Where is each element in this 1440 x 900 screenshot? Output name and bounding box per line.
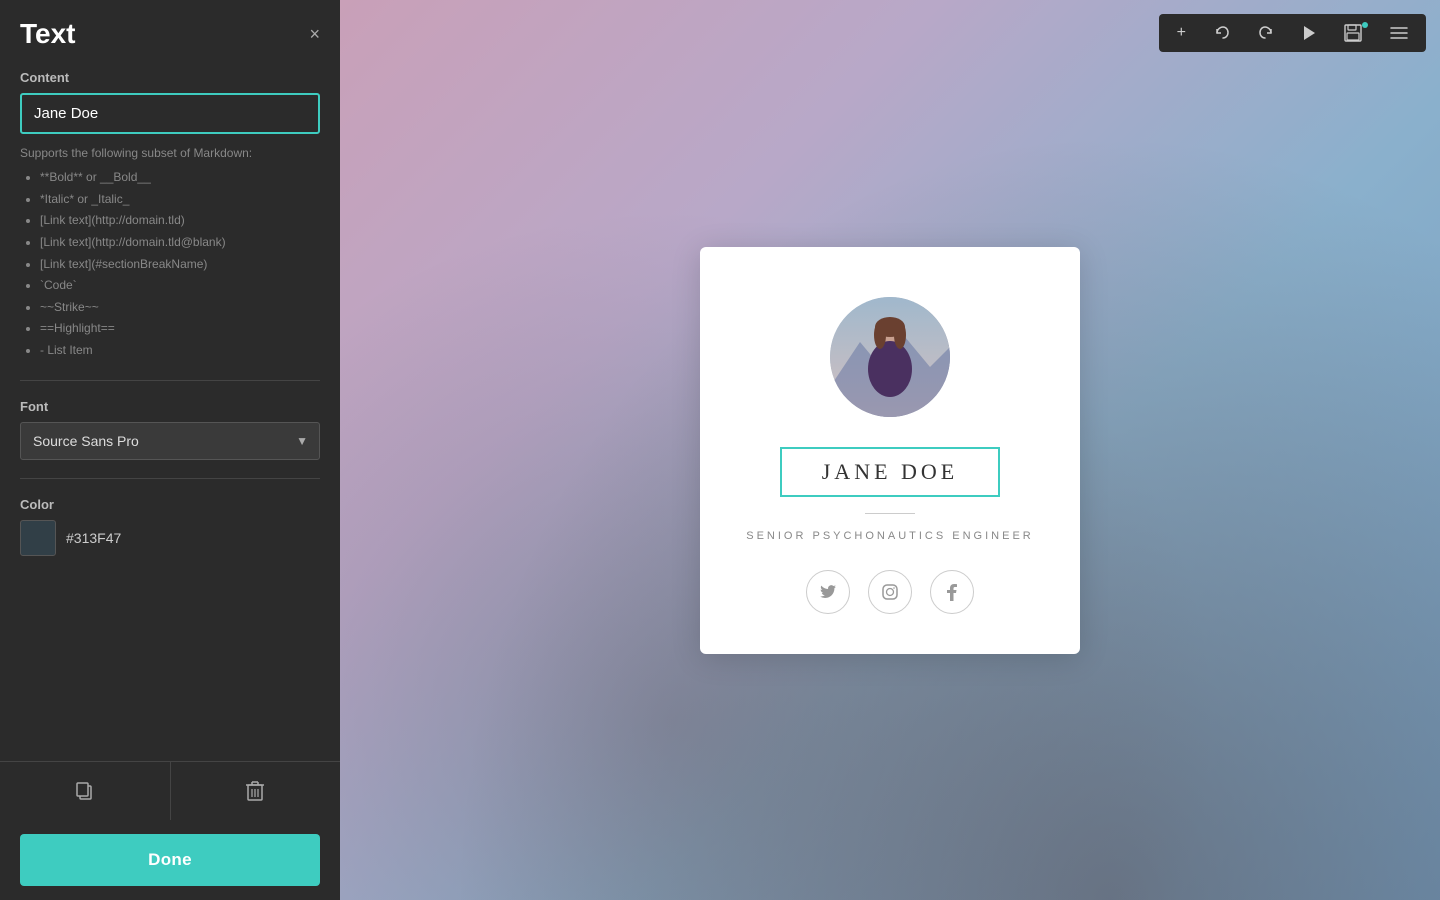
font-select-wrapper: Source Sans Pro Arial Georgia Helvetica … bbox=[20, 422, 320, 460]
copy-icon bbox=[75, 781, 95, 801]
panel-actions bbox=[0, 761, 340, 820]
markdown-item: - List Item bbox=[40, 340, 320, 362]
markdown-item: **Bold** or __Bold__ bbox=[40, 167, 320, 189]
divider bbox=[20, 380, 320, 381]
canvas-area: + bbox=[340, 0, 1440, 900]
panel-title: Text bbox=[20, 18, 76, 50]
color-row: #313F47 bbox=[20, 520, 320, 556]
facebook-button[interactable] bbox=[930, 570, 974, 614]
color-hex-value: #313F47 bbox=[66, 530, 320, 546]
play-button[interactable] bbox=[1288, 15, 1330, 51]
instagram-icon bbox=[882, 584, 898, 600]
done-button[interactable]: Done bbox=[20, 834, 320, 886]
content-input[interactable] bbox=[20, 93, 320, 134]
panel-header: Text × bbox=[0, 0, 340, 60]
redo-icon bbox=[1258, 25, 1274, 41]
profile-name: JANE DOE bbox=[822, 459, 959, 484]
markdown-item: *Italic* or _Italic_ bbox=[40, 189, 320, 211]
play-icon bbox=[1302, 25, 1316, 41]
markdown-list: **Bold** or __Bold__ *Italic* or _Italic… bbox=[20, 167, 320, 361]
avatar bbox=[830, 297, 950, 417]
color-swatch[interactable] bbox=[20, 520, 56, 556]
markdown-item: [Link text](http://domain.tld@blank) bbox=[40, 232, 320, 254]
markdown-item: `Code` bbox=[40, 275, 320, 297]
instagram-button[interactable] bbox=[868, 570, 912, 614]
color-label: Color bbox=[20, 497, 320, 512]
profile-card: JANE DOE SENIOR PSYCHONAUTICS ENGINEER bbox=[700, 247, 1080, 654]
undo-icon bbox=[1214, 25, 1230, 41]
markdown-item: [Link text](http://domain.tld) bbox=[40, 210, 320, 232]
name-divider bbox=[865, 513, 915, 514]
font-label: Font bbox=[20, 399, 320, 414]
markdown-info: Supports the following subset of Markdow… bbox=[20, 144, 320, 362]
markdown-item: [Link text](#sectionBreakName) bbox=[40, 254, 320, 276]
content-label: Content bbox=[20, 70, 320, 85]
redo-button[interactable] bbox=[1244, 15, 1288, 51]
copy-button[interactable] bbox=[0, 762, 170, 820]
save-button[interactable] bbox=[1330, 14, 1376, 52]
menu-button[interactable] bbox=[1376, 16, 1422, 50]
markdown-item: ==Highlight== bbox=[40, 318, 320, 340]
facebook-icon bbox=[947, 583, 957, 601]
markdown-item: ~~Strike~~ bbox=[40, 297, 320, 319]
save-dot bbox=[1362, 22, 1368, 28]
close-button[interactable]: × bbox=[309, 25, 320, 43]
name-box: JANE DOE bbox=[780, 447, 1001, 497]
delete-button[interactable] bbox=[170, 762, 341, 820]
social-icons bbox=[806, 570, 974, 614]
divider-2 bbox=[20, 478, 320, 479]
save-icon bbox=[1344, 24, 1362, 42]
profile-title: SENIOR PSYCHONAUTICS ENGINEER bbox=[746, 530, 1033, 542]
add-button[interactable]: + bbox=[1163, 14, 1200, 52]
undo-button[interactable] bbox=[1200, 15, 1244, 51]
left-panel: Text × Content Supports the following su… bbox=[0, 0, 340, 900]
menu-icon bbox=[1390, 26, 1408, 40]
avatar-image bbox=[830, 297, 950, 417]
twitter-button[interactable] bbox=[806, 570, 850, 614]
toolbar: + bbox=[1159, 14, 1426, 52]
trash-icon bbox=[245, 780, 265, 802]
twitter-icon bbox=[820, 585, 836, 599]
font-select[interactable]: Source Sans Pro Arial Georgia Helvetica … bbox=[20, 422, 320, 460]
panel-body: Content Supports the following subset of… bbox=[0, 60, 340, 751]
